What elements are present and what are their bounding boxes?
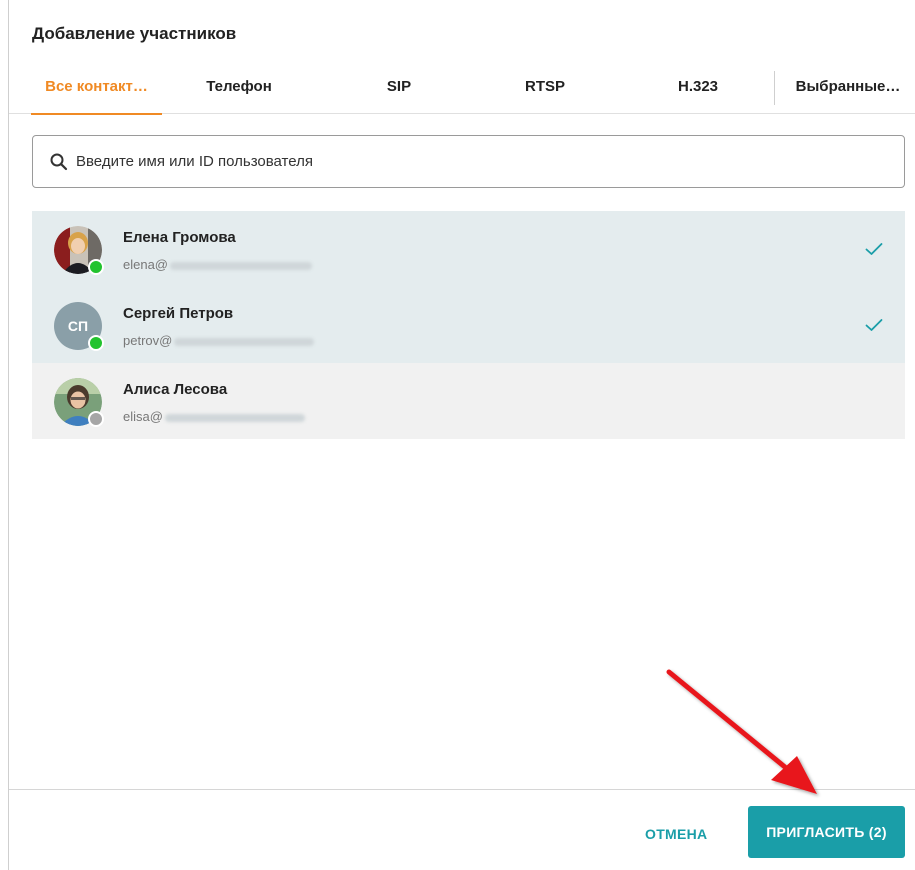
online-status-icon: [88, 259, 104, 275]
annotation-arrow-icon: [666, 669, 817, 794]
tab-phone[interactable]: Телефон: [199, 62, 279, 114]
search-input[interactable]: [76, 136, 896, 187]
check-icon: [865, 243, 883, 255]
search-icon: [50, 153, 68, 171]
tab-bar: Все контакт… Телефон SIP RTSP H.323 Выбр…: [9, 62, 915, 115]
contact-name: Елена Громова: [123, 229, 236, 246]
tab-all-contacts[interactable]: Все контакт…: [31, 62, 162, 115]
dialog-title: Добавление участников: [32, 24, 237, 43]
invite-button[interactable]: ПРИГЛАСИТЬ (2): [748, 806, 905, 858]
cancel-button[interactable]: ОТМЕНА: [633, 810, 719, 858]
blurred-text: [170, 261, 313, 270]
check-icon: [865, 319, 883, 331]
offline-status-icon: [88, 411, 104, 427]
contact-row-sergey[interactable]: СП Сергей Петров petrov@: [32, 287, 905, 363]
avatar: СП: [54, 302, 104, 351]
tab-h323[interactable]: H.323: [669, 62, 727, 114]
online-status-icon: [88, 335, 104, 351]
contact-email: elena@: [123, 257, 313, 272]
contact-name: Сергей Петров: [123, 305, 234, 322]
tab-rtsp[interactable]: RTSP: [519, 62, 571, 114]
contact-row-alisa[interactable]: Алиса Лесова elisa@: [32, 363, 905, 439]
tab-divider: [774, 71, 775, 105]
contact-email: elisa@: [123, 409, 305, 424]
contact-name: Алиса Лесова: [123, 381, 228, 398]
blurred-text: [174, 337, 315, 346]
avatar: [54, 226, 104, 275]
tab-sip[interactable]: SIP: [377, 62, 421, 114]
add-participants-dialog: Добавление участников Все контакт… Телеф…: [8, 0, 915, 870]
contact-row-elena[interactable]: Елена Громова elena@: [32, 211, 905, 287]
tab-selected[interactable]: Выбранные…: [793, 62, 903, 114]
avatar: [54, 378, 104, 427]
blurred-text: [164, 413, 305, 422]
footer-divider: [9, 789, 915, 790]
search-field[interactable]: [32, 135, 905, 188]
contact-email: petrov@: [123, 333, 315, 348]
